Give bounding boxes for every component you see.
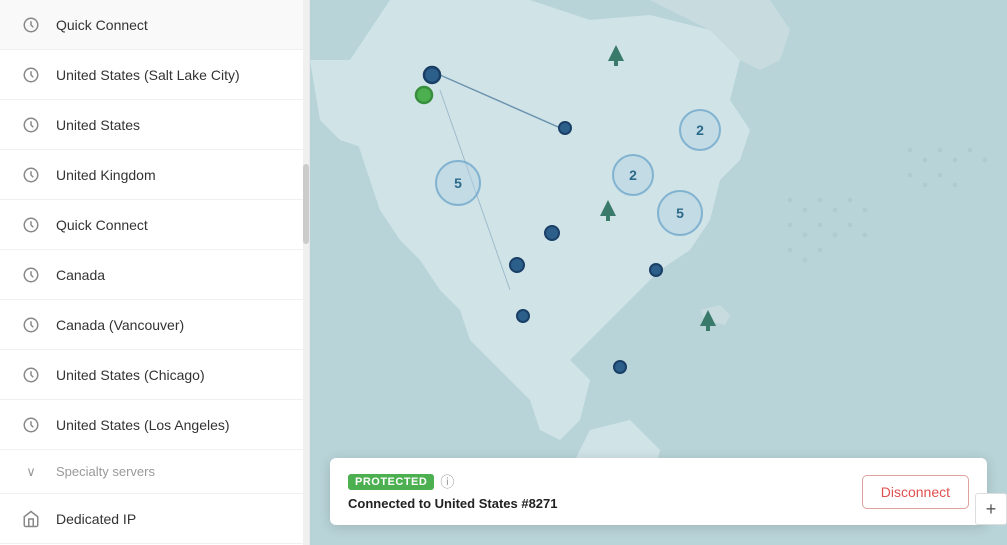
sidebar-item-us-la[interactable]: United States (Los Angeles) bbox=[0, 400, 309, 450]
sidebar-label: Quick Connect bbox=[56, 17, 148, 33]
sidebar-item-us-chicago[interactable]: United States (Chicago) bbox=[0, 350, 309, 400]
clock-icon bbox=[20, 264, 42, 286]
specialty-servers-label: Specialty servers bbox=[56, 464, 155, 479]
disconnect-button[interactable]: Disconnect bbox=[862, 475, 969, 509]
sidebar-label: Quick Connect bbox=[56, 217, 148, 233]
sidebar-item-us-slc[interactable]: United States (Salt Lake City) bbox=[0, 50, 309, 100]
clock-icon bbox=[20, 414, 42, 436]
sidebar-item-dedicated-ip[interactable]: Dedicated IP bbox=[0, 494, 309, 544]
status-bar: PROTECTED ⓘ Connected to United States #… bbox=[330, 458, 987, 525]
sidebar-label: Canada bbox=[56, 267, 105, 283]
clock-icon bbox=[20, 14, 42, 36]
clock-icon bbox=[20, 114, 42, 136]
svg-text:2: 2 bbox=[629, 167, 637, 183]
sidebar-item-quick-connect-2[interactable]: Quick Connect bbox=[0, 200, 309, 250]
status-left: PROTECTED ⓘ Connected to United States #… bbox=[348, 472, 558, 511]
clock-icon bbox=[20, 314, 42, 336]
protected-label: PROTECTED bbox=[348, 474, 434, 490]
connected-text: Connected to United States #8271 bbox=[348, 496, 558, 511]
zoom-in-button[interactable]: + bbox=[975, 493, 1007, 525]
sidebar-item-canada-vancouver[interactable]: Canada (Vancouver) bbox=[0, 300, 309, 350]
svg-text:5: 5 bbox=[454, 175, 462, 191]
info-icon[interactable]: ⓘ bbox=[440, 472, 454, 492]
clock-icon bbox=[20, 64, 42, 86]
clock-icon bbox=[20, 364, 42, 386]
home-icon bbox=[20, 508, 42, 530]
clock-icon bbox=[20, 214, 42, 236]
chevron-down-icon: ∨ bbox=[20, 461, 42, 483]
svg-text:2: 2 bbox=[696, 122, 704, 138]
sidebar-item-united-states[interactable]: United States bbox=[0, 100, 309, 150]
protected-badge: PROTECTED ⓘ bbox=[348, 472, 558, 492]
sidebar-label: United States (Los Angeles) bbox=[56, 417, 230, 433]
svg-text:5: 5 bbox=[676, 205, 684, 221]
sidebar-item-united-kingdom[interactable]: United Kingdom bbox=[0, 150, 309, 200]
sidebar-label: Dedicated IP bbox=[56, 511, 136, 527]
sidebar-label: United States (Chicago) bbox=[56, 367, 205, 383]
map-area: 2 5 2 5 PROTECTED ⓘ bbox=[310, 0, 1007, 545]
sidebar-label: United States (Salt Lake City) bbox=[56, 67, 240, 83]
scroll-thumb[interactable] bbox=[303, 164, 309, 244]
sidebar-label: Canada (Vancouver) bbox=[56, 317, 184, 333]
sidebar-label: United States bbox=[56, 117, 140, 133]
sidebar-item-canada[interactable]: Canada bbox=[0, 250, 309, 300]
sidebar-label: United Kingdom bbox=[56, 167, 156, 183]
sidebar-item-quick-connect-1[interactable]: Quick Connect bbox=[0, 0, 309, 50]
clock-icon bbox=[20, 164, 42, 186]
sidebar-item-specialty-servers[interactable]: ∨ Specialty servers bbox=[0, 450, 309, 494]
scrollbar[interactable] bbox=[303, 0, 309, 545]
sidebar: Quick Connect United States (Salt Lake C… bbox=[0, 0, 310, 545]
